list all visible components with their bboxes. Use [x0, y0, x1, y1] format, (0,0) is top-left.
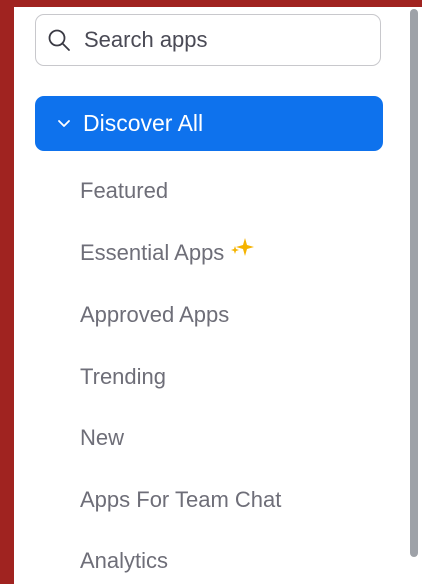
chevron-down-icon — [57, 119, 71, 129]
nav-item-label: Trending — [80, 364, 167, 389]
nav-item-label: Apps For Team Chat — [80, 487, 282, 512]
nav-item-label: Analytics — [80, 548, 169, 573]
scrollbar-thumb[interactable] — [410, 9, 418, 557]
nav-item-essential-apps[interactable]: Essential Apps — [80, 233, 256, 273]
nav-item-approved-apps[interactable]: Approved Apps — [80, 295, 229, 335]
nav-item-new[interactable]: New — [80, 418, 124, 458]
app-marketplace-sidebar: Discover All Featured Essential Apps App… — [14, 7, 407, 584]
search-icon — [48, 29, 70, 51]
nav-item-apps-for-team-chat[interactable]: Apps For Team Chat — [80, 480, 281, 520]
nav-item-trending[interactable]: Trending — [80, 357, 166, 397]
sparkle-icon — [230, 237, 256, 259]
nav-item-label: Featured — [80, 178, 169, 203]
nav-item-analytics[interactable]: Analytics — [80, 541, 168, 581]
nav-item-featured[interactable]: Featured — [80, 171, 168, 211]
nav-item-label: Discover All — [83, 110, 204, 136]
search-input[interactable] — [84, 27, 354, 53]
nav-item-label: Approved Apps — [80, 302, 230, 327]
search-box[interactable] — [35, 14, 381, 66]
nav-item-label: Essential Apps — [80, 240, 225, 265]
nav-item-label: New — [80, 425, 125, 450]
nav-item-discover-all[interactable]: Discover All — [35, 96, 383, 151]
scrollbar[interactable] — [407, 7, 422, 584]
